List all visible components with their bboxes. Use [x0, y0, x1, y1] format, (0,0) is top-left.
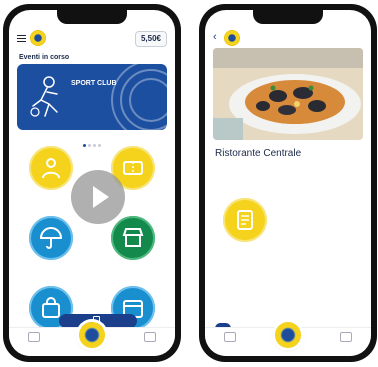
- profile-icon: [340, 332, 352, 342]
- banner-ring-decoration: [111, 64, 167, 130]
- tab-left[interactable]: [19, 332, 49, 344]
- top-bar: 5,50€: [9, 28, 175, 48]
- home-screen: 5,50€ Eventi in corso SPORT CLUB: [9, 10, 175, 356]
- tab-right[interactable]: [331, 332, 361, 344]
- app-logo-icon: [31, 31, 45, 45]
- runner-illustration-icon: [30, 76, 58, 117]
- umbrella-icon: [39, 227, 63, 249]
- shop-icon: [122, 228, 144, 247]
- carousel-dot[interactable]: [98, 144, 101, 147]
- restaurant-photo: [213, 48, 363, 140]
- phone-detail: ‹ Ristorante Centrale: [199, 4, 377, 362]
- menu-icon[interactable]: [17, 33, 26, 44]
- play-icon: [93, 186, 109, 208]
- tab-right[interactable]: [135, 332, 165, 344]
- carousel-dots[interactable]: [9, 134, 175, 152]
- carousel-dot[interactable]: [93, 144, 96, 147]
- ticket-icon: [123, 161, 143, 175]
- section-title: Eventi in corso: [19, 54, 70, 61]
- coins-balance[interactable]: 5,50€: [134, 31, 167, 47]
- menu-book-icon: [237, 210, 253, 230]
- phone-home: 5,50€ Eventi in corso SPORT CLUB: [3, 4, 181, 362]
- video-play-button[interactable]: [71, 170, 125, 224]
- tile-2[interactable]: [29, 216, 73, 260]
- phone-notch: [253, 10, 323, 24]
- tile-3[interactable]: [111, 216, 155, 260]
- menu-tile[interactable]: [223, 198, 267, 242]
- tile-0[interactable]: [29, 146, 73, 190]
- center-logo-button[interactable]: [79, 322, 105, 348]
- back-arrow-icon[interactable]: ‹: [213, 31, 217, 43]
- person-icon: [42, 158, 60, 179]
- restaurant-title: Ristorante Centrale: [215, 148, 302, 159]
- top-bar: ‹: [205, 28, 371, 48]
- home-icon: [224, 332, 236, 342]
- carousel-dot[interactable]: [83, 144, 86, 147]
- banner-title: SPORT CLUB: [71, 80, 117, 87]
- profile-icon: [144, 332, 156, 342]
- detail-screen: ‹ Ristorante Centrale: [205, 10, 371, 356]
- tab-left[interactable]: [215, 332, 245, 344]
- phone-notch: [57, 10, 127, 24]
- app-logo-icon: [225, 31, 239, 45]
- event-banner[interactable]: SPORT CLUB: [17, 64, 167, 130]
- carousel-dot[interactable]: [88, 144, 91, 147]
- center-logo-button[interactable]: [275, 322, 301, 348]
- food-photo-illustration: [213, 48, 363, 140]
- home-icon: [28, 332, 40, 342]
